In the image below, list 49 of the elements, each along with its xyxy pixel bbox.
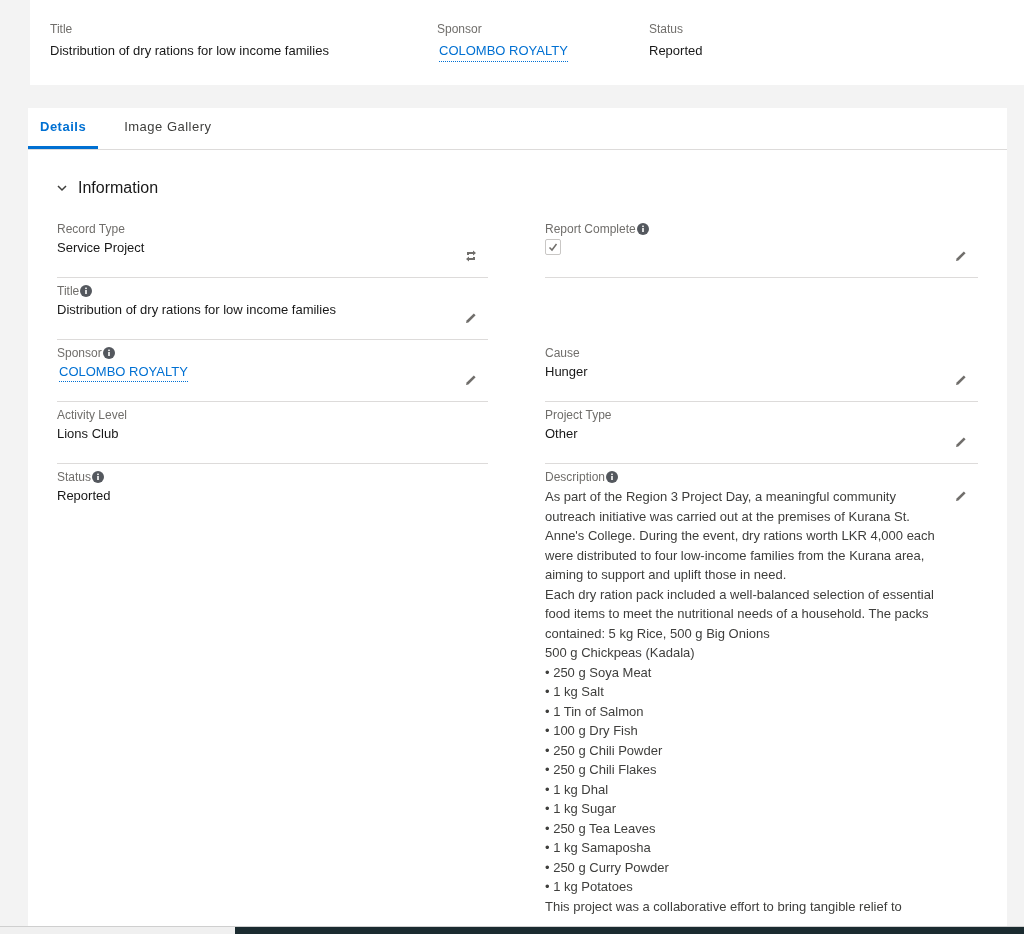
description-line: • 1 kg Dhal xyxy=(545,780,610,799)
description-paragraph: Each dry ration pack included a well-balanced selection of essential food items to meet the nutritional needs of a household. The packs contained: 5 kg Rice, 500 g Big Onions xyxy=(545,585,935,643)
description-line: • 1 kg Salt xyxy=(545,683,605,701)
field-value: Lions Club xyxy=(57,425,119,443)
description-line: • 1 kg Samaposha xyxy=(545,839,652,857)
description-line: • 1 Tin of Salmon xyxy=(545,702,645,721)
field-label: Activity Level xyxy=(57,407,128,424)
pencil-icon[interactable] xyxy=(954,373,968,387)
header-label: Title xyxy=(50,21,74,38)
description-paragraph: This project was a collaborative effort to bring tangible relief to xyxy=(545,897,903,916)
field-label: Description xyxy=(545,469,606,486)
sponsor-link[interactable]: COLOMBO ROYALTY xyxy=(59,363,188,382)
pencil-icon[interactable] xyxy=(464,373,478,387)
field-label: Project Type xyxy=(545,407,612,424)
description-line: • 1 kg Potatoes xyxy=(545,878,634,896)
description-line: • 250 g Soya Meat xyxy=(545,663,653,682)
field-label: Report Complete xyxy=(545,221,636,238)
pencil-icon[interactable] xyxy=(954,249,968,263)
field-value: Service Project xyxy=(57,239,145,257)
field-value: Hunger xyxy=(545,363,588,381)
field-label: Record Type xyxy=(57,221,125,238)
tab[interactable]: Details xyxy=(28,108,99,149)
header-value: Distribution of dry rations for low income families xyxy=(50,42,330,60)
field-label: Status xyxy=(57,469,92,486)
tab[interactable]: Image Gallery xyxy=(112,108,224,149)
field-value: Other xyxy=(545,425,578,443)
description-line: • 250 g Tea Leaves xyxy=(545,819,657,838)
header-value: Reported xyxy=(649,42,703,60)
description-paragraph: As part of the Region 3 Project Day, a meaningful community outreach initiative was carried out at the premises of Kurana St. Anne's College. During the event, dry rations worth LKR 4,000 each were distributed to four low-income families from the Kurana area, aiming to support and uplift those in need. xyxy=(545,488,936,584)
description-line: • 250 g Chili Powder xyxy=(545,741,664,760)
header-label: Status xyxy=(649,21,685,38)
field-label: Cause xyxy=(545,345,580,362)
section-title: Information xyxy=(78,178,159,198)
pencil-icon[interactable] xyxy=(954,489,968,503)
field-value: Reported xyxy=(57,487,111,505)
description-line: • 250 g Chili Flakes xyxy=(545,761,658,779)
chevron-icon[interactable] xyxy=(56,182,68,194)
description-line: • 250 g Curry Powder xyxy=(545,858,670,877)
pencil-icon[interactable] xyxy=(464,311,478,325)
description-line: 500 g Chickpeas (Kadala) xyxy=(545,644,696,662)
header-label: Sponsor xyxy=(437,21,483,38)
pencil-icon[interactable] xyxy=(954,435,968,449)
field-label: Sponsor xyxy=(57,345,102,362)
change-record-type-icon[interactable] xyxy=(464,249,478,263)
field-label: Title xyxy=(57,283,80,300)
description-line: • 1 kg Sugar xyxy=(545,800,618,818)
description-line: • 100 g Dry Fish xyxy=(545,722,639,740)
sponsor-link[interactable]: COLOMBO ROYALTY xyxy=(439,41,568,62)
field-value: Distribution of dry rations for low income families xyxy=(57,301,336,319)
